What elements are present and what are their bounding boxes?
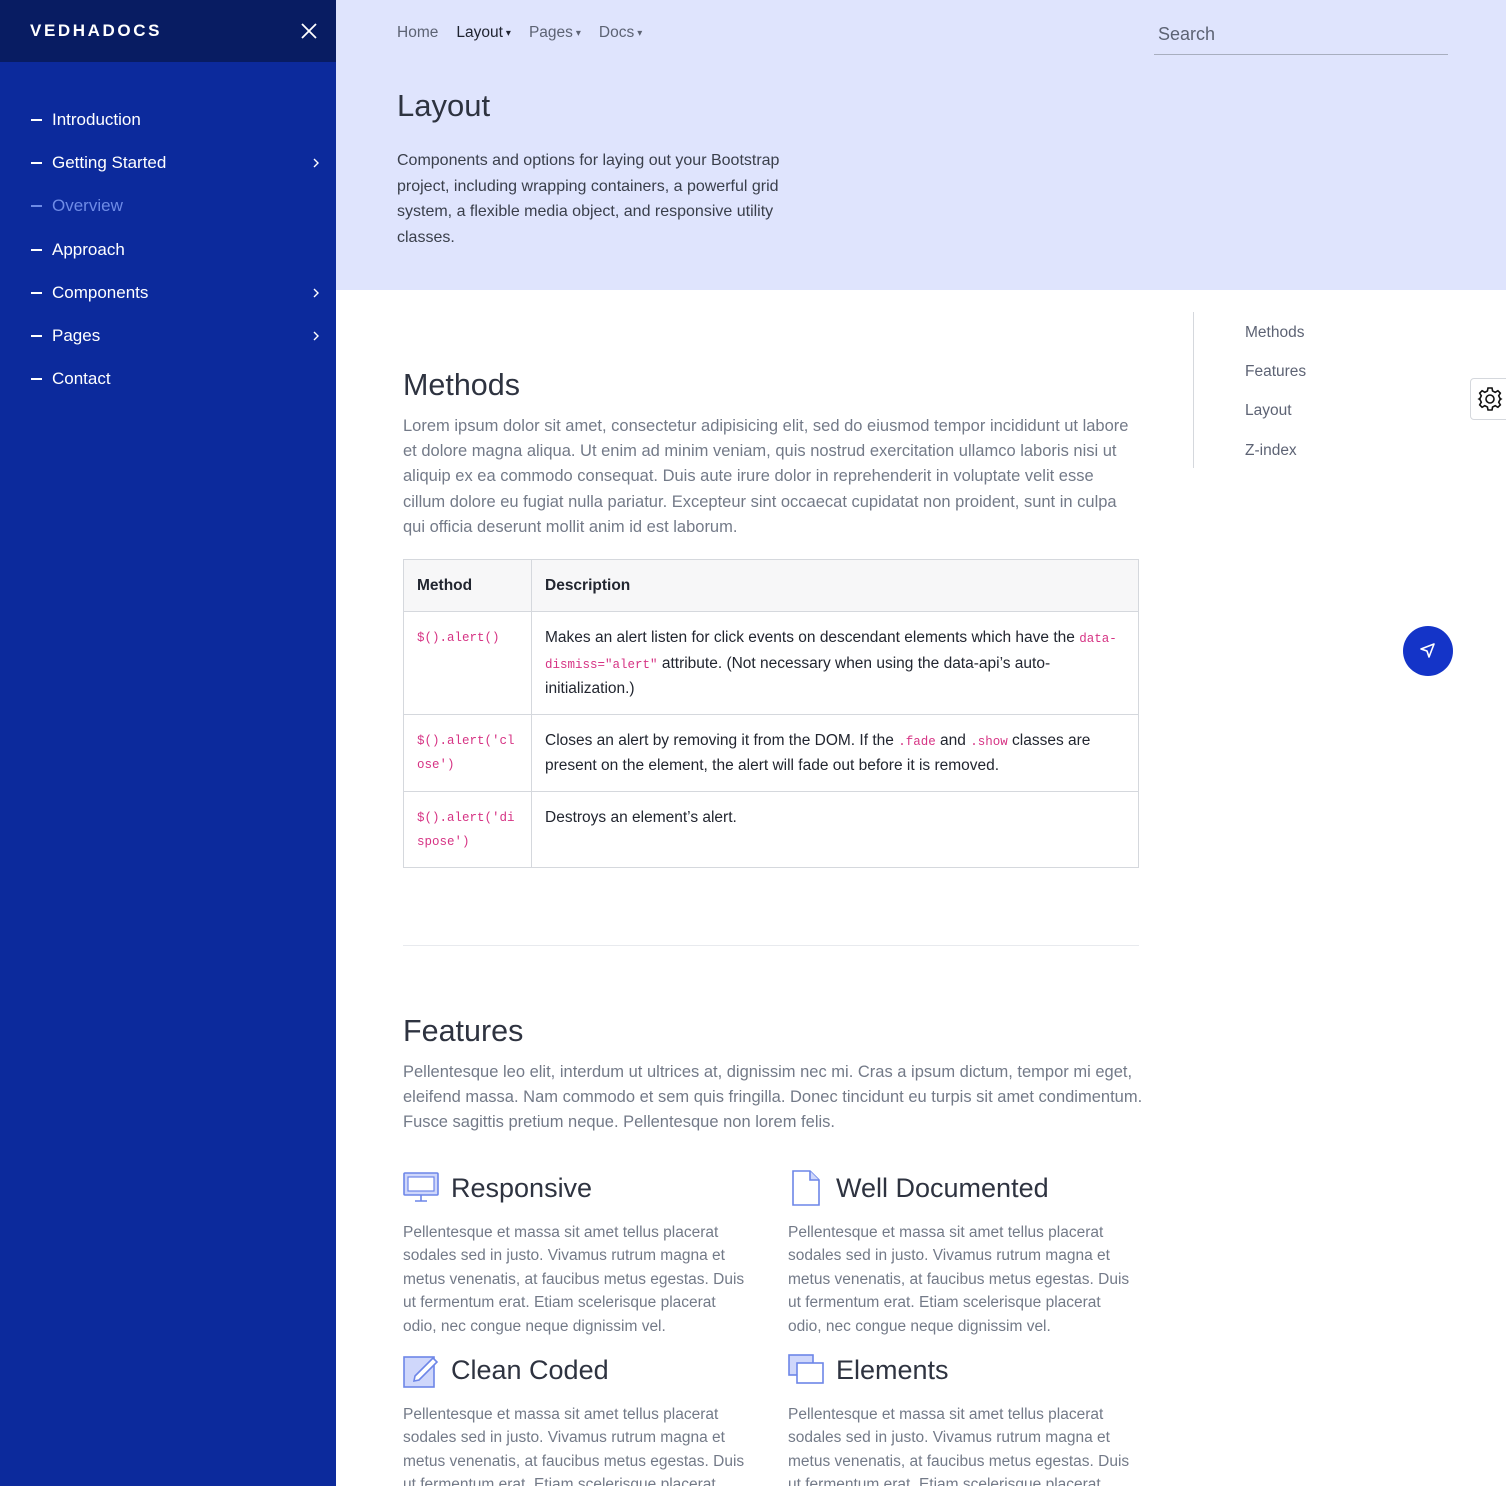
cursor-action-button[interactable] bbox=[1403, 626, 1453, 676]
section-text-features: Pellentesque leo elit, interdum ut ultri… bbox=[403, 1063, 1143, 1132]
sidebar-item-label: Approach bbox=[52, 239, 125, 259]
brand-logo[interactable]: VEDHADOCS bbox=[30, 21, 162, 41]
table-row: $().alert('close') Closes an alert by re… bbox=[403, 713, 1139, 792]
description-cell: Makes an alert listen for click events o… bbox=[531, 611, 1139, 715]
topnav-label: Home bbox=[397, 24, 439, 41]
toc-item-features[interactable]: Features bbox=[1245, 351, 1353, 390]
layers-icon bbox=[788, 1354, 824, 1384]
sidebar-item-introduction[interactable]: Introduction bbox=[0, 98, 336, 141]
inline-code: .show bbox=[970, 734, 1008, 749]
page-title: Layout bbox=[397, 88, 491, 123]
caret-down-icon: ▾ bbox=[575, 27, 581, 39]
topnav-layout[interactable]: Layout ▾ bbox=[456, 24, 511, 42]
chevron-right-icon bbox=[313, 331, 319, 341]
table-of-contents: Methods Features Layout Z-index bbox=[1193, 312, 1353, 468]
sidebar-nav: Introduction Getting Started Overview Ap… bbox=[0, 62, 336, 401]
dash-icon bbox=[31, 248, 42, 251]
sidebar-item-getting-started[interactable]: Getting Started bbox=[0, 141, 336, 184]
description-text: Destroys an element’s alert. bbox=[545, 808, 737, 826]
description-text: Closes an alert by removing it from the … bbox=[545, 731, 899, 749]
top-nav: Home Layout ▾ Pages ▾ Docs ▾ bbox=[397, 24, 642, 42]
description-text: Makes an alert listen for click events o… bbox=[545, 629, 1080, 646]
description-cell: Destroys an element’s alert. bbox=[531, 790, 1139, 868]
sidebar-item-label: Contact bbox=[52, 369, 111, 389]
method-cell: $().alert() bbox=[403, 611, 532, 715]
description-text: and bbox=[935, 731, 971, 749]
sidebar-item-label: Overview bbox=[52, 196, 123, 216]
dash-icon bbox=[31, 161, 42, 164]
caret-down-icon: ▾ bbox=[637, 27, 643, 39]
column-header-description: Description bbox=[531, 559, 1139, 612]
topnav-label: Pages bbox=[528, 24, 573, 41]
settings-button[interactable] bbox=[1470, 378, 1506, 420]
search-input[interactable] bbox=[1154, 14, 1448, 55]
gear-icon bbox=[1477, 387, 1503, 411]
dash-icon bbox=[31, 118, 42, 121]
dash-icon bbox=[31, 291, 42, 294]
sidebar-item-approach[interactable]: Approach bbox=[0, 228, 336, 271]
page-header: Home Layout▾ Pages▾ Docs▾ Layout Compone… bbox=[336, 0, 1506, 290]
sidebar-item-label: Components bbox=[52, 282, 149, 302]
sidebar-item-pages[interactable]: Pages bbox=[0, 314, 336, 357]
cursor-arrow-icon bbox=[1420, 643, 1435, 658]
table-header-row: Method Description bbox=[403, 559, 1139, 612]
page-lead: Components and options for laying out yo… bbox=[397, 152, 780, 246]
sidebar-item-label: Introduction bbox=[52, 109, 141, 129]
sidebar-item-components[interactable]: Components bbox=[0, 271, 336, 314]
chevron-right-icon bbox=[313, 288, 319, 298]
feature-body: Pellentesque et massa sit amet tellus pl… bbox=[788, 1224, 1130, 1335]
topnav-label: Docs bbox=[598, 24, 635, 41]
sidebar-item-label: Getting Started bbox=[52, 152, 167, 172]
section-text-methods: Lorem ipsum dolor sit amet, consectetur … bbox=[403, 417, 1129, 536]
feature-title: Elements bbox=[836, 1354, 949, 1385]
feature-body: Pellentesque et massa sit amet tellus pl… bbox=[403, 1406, 745, 1486]
edit-icon bbox=[403, 1356, 439, 1388]
topnav-label: Layout bbox=[456, 24, 503, 41]
feature-card-clean-coded: Clean Coded Pellentesque et massa sit am… bbox=[403, 1350, 753, 1486]
feature-body: Pellentesque et massa sit amet tellus pl… bbox=[403, 1224, 745, 1335]
sidebar-header: VEDHADOCS bbox=[0, 0, 336, 62]
topnav-home[interactable]: Home bbox=[397, 24, 438, 42]
sidebar-item-label: Pages bbox=[52, 326, 101, 346]
toc-item-methods[interactable]: Methods bbox=[1245, 312, 1353, 351]
sidebar: VEDHADOCS Introduction Getting Started O… bbox=[0, 0, 336, 1486]
feature-body: Pellentesque et massa sit amet tellus pl… bbox=[788, 1406, 1130, 1486]
dash-icon bbox=[31, 378, 42, 381]
feature-card-responsive: Responsive Pellentesque et massa sit ame… bbox=[403, 1168, 753, 1338]
caret-down-icon: ▾ bbox=[505, 27, 511, 39]
feature-title: Clean Coded bbox=[451, 1354, 609, 1385]
feature-card-elements: Elements Pellentesque et massa sit amet … bbox=[788, 1350, 1138, 1486]
methods-table: Method Description $().alert() Makes an … bbox=[403, 559, 1139, 868]
feature-title: Well Documented bbox=[836, 1172, 1049, 1203]
sidebar-item-contact[interactable]: Contact bbox=[0, 358, 336, 401]
method-cell: $().alert('dispose') bbox=[403, 790, 532, 868]
table-row: $().alert() Makes an alert listen for cl… bbox=[403, 611, 1139, 715]
description-cell: Closes an alert by removing it from the … bbox=[531, 713, 1139, 792]
sidebar-item-overview[interactable]: Overview bbox=[0, 185, 336, 228]
column-header-method: Method bbox=[403, 559, 532, 612]
section-title-methods: Methods bbox=[403, 368, 520, 402]
toc-item-z-index[interactable]: Z-index bbox=[1245, 430, 1353, 469]
chevron-right-icon bbox=[313, 158, 319, 168]
table-row: $().alert('dispose') Destroys an element… bbox=[403, 790, 1139, 868]
toc-item-layout[interactable]: Layout bbox=[1245, 390, 1353, 429]
dash-icon bbox=[31, 335, 42, 338]
dash-icon bbox=[31, 205, 42, 208]
document-icon bbox=[792, 1170, 820, 1206]
section-divider bbox=[403, 945, 1139, 946]
monitor-icon bbox=[403, 1172, 439, 1202]
topnav-docs[interactable]: Docs ▾ bbox=[599, 24, 642, 42]
close-icon[interactable] bbox=[299, 21, 319, 41]
section-title-features: Features bbox=[403, 1014, 524, 1048]
method-cell: $().alert('close') bbox=[403, 713, 532, 792]
feature-title: Responsive bbox=[451, 1172, 593, 1203]
inline-code: .fade bbox=[898, 734, 936, 749]
topnav-pages[interactable]: Pages ▾ bbox=[529, 24, 581, 42]
feature-card-well-documented: Well Documented Pellentesque et massa si… bbox=[788, 1168, 1138, 1338]
